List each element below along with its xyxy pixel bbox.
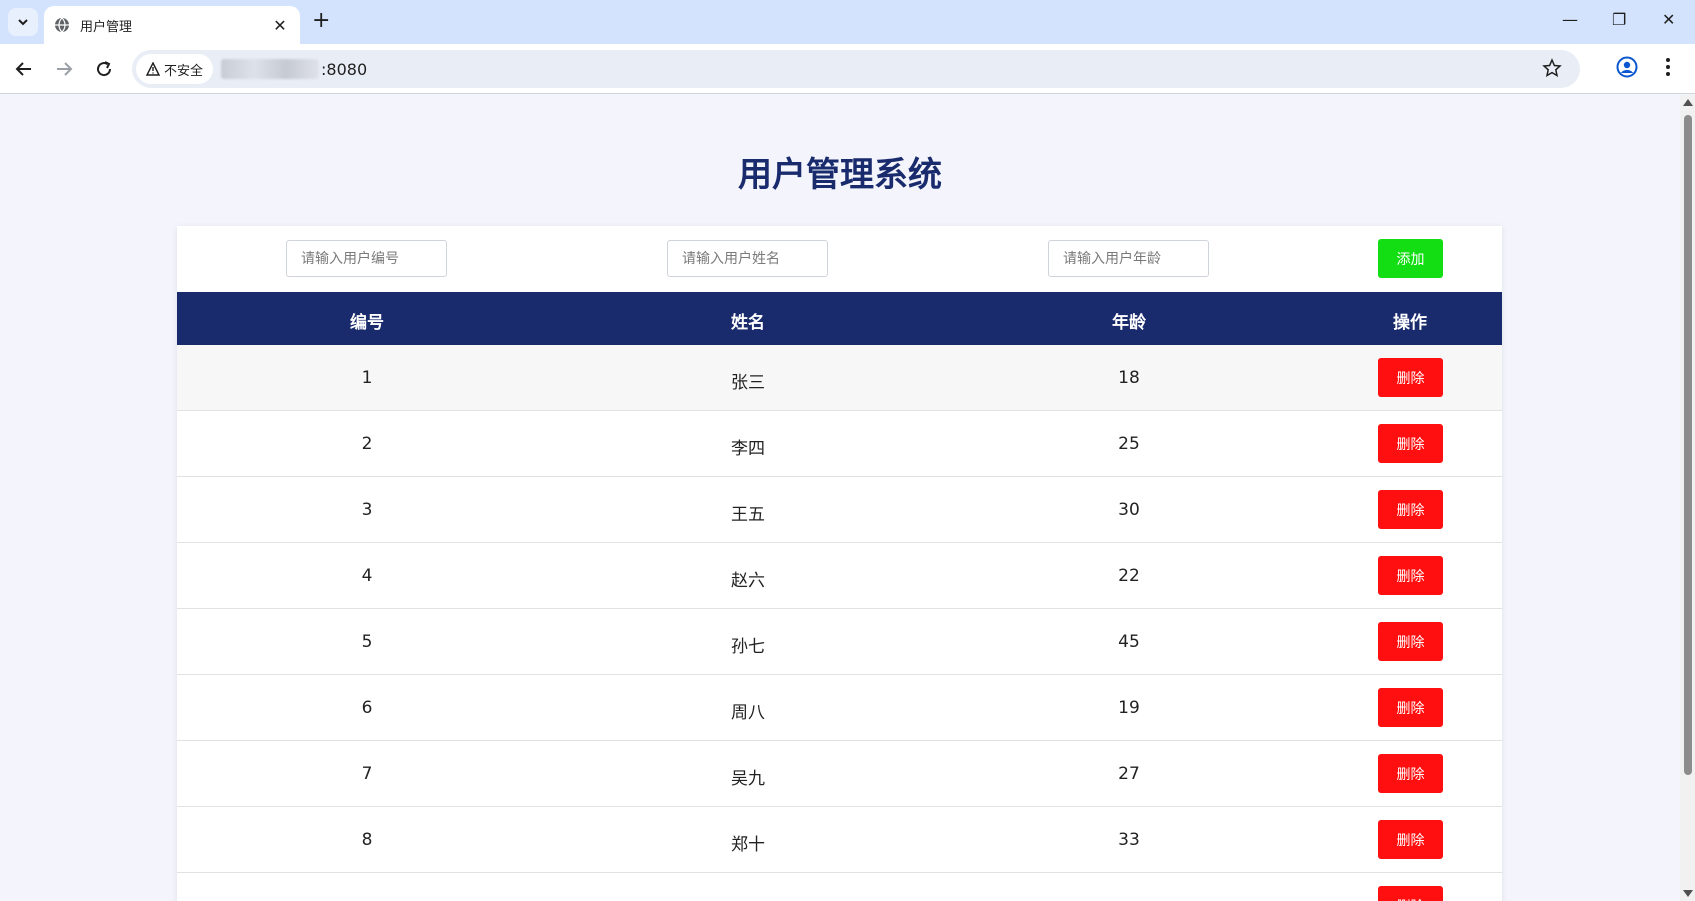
add-button[interactable]: 添加: [1378, 239, 1443, 278]
header-age: 年龄: [1112, 313, 1146, 333]
delete-button[interactable]: 删除: [1378, 424, 1443, 463]
table-row: 5 孙七 45 删除: [177, 609, 1502, 675]
table-row-partial: 删除: [177, 873, 1502, 901]
user-panel: 添加 编号 姓名 年龄 操作 1 张三 18 删除 2 李四 25 删除 3 王…: [177, 226, 1502, 901]
new-tab-icon[interactable]: +: [312, 10, 330, 32]
vertical-scrollbar[interactable]: [1680, 95, 1695, 901]
table-row: 6 周八 19 删除: [177, 675, 1502, 741]
cell-age: 19: [1118, 698, 1140, 718]
warning-icon: [146, 62, 160, 76]
table-row: 4 赵六 22 删除: [177, 543, 1502, 609]
add-user-form: 添加: [177, 226, 1502, 292]
delete-button[interactable]: 删除: [1378, 622, 1443, 661]
delete-button[interactable]: 删除: [1378, 358, 1443, 397]
minimize-icon[interactable]: —: [1562, 10, 1578, 29]
reload-icon[interactable]: [91, 56, 117, 82]
user-id-input[interactable]: [286, 240, 447, 277]
url-text[interactable]: :8080: [321, 60, 367, 79]
browser-toolbar: 不安全 :8080: [0, 44, 1695, 94]
tab-title: 用户管理: [80, 19, 133, 35]
forward-icon[interactable]: [51, 56, 77, 82]
header-actions: 操作: [1393, 313, 1427, 333]
scroll-down-icon[interactable]: [1683, 890, 1693, 897]
address-bar[interactable]: 不安全 :8080: [132, 50, 1580, 88]
table-row: 2 李四 25 删除: [177, 411, 1502, 477]
close-tab-icon[interactable]: ✕: [270, 16, 290, 35]
cell-id: 3: [361, 500, 373, 520]
profile-icon[interactable]: [1616, 56, 1638, 78]
table-row: 8 郑十 33 删除: [177, 807, 1502, 873]
cell-age: 18: [1118, 368, 1140, 388]
cell-id: 5: [361, 632, 373, 652]
browser-tab-strip: 用户管理 ✕ + — ❐ ✕: [0, 0, 1695, 44]
cell-age: 33: [1118, 830, 1140, 850]
page-viewport: 用户管理系统 添加 编号 姓名 年龄 操作 1 张三 18 删除 2 李四 25…: [0, 95, 1680, 901]
delete-button[interactable]: 删除: [1378, 490, 1443, 529]
back-icon[interactable]: [11, 56, 37, 82]
cell-age: 25: [1118, 434, 1140, 454]
cell-name: 郑十: [731, 835, 765, 855]
cell-name: 周八: [731, 703, 765, 723]
bookmark-star-icon[interactable]: [1542, 58, 1562, 78]
cell-age: 22: [1118, 566, 1140, 586]
delete-button[interactable]: 删除: [1378, 754, 1443, 793]
delete-button[interactable]: 删除: [1378, 820, 1443, 859]
tab-list-button[interactable]: [8, 8, 38, 36]
cell-age: 30: [1118, 500, 1140, 520]
cell-id: 7: [361, 764, 373, 784]
cell-name: 孙七: [731, 637, 765, 657]
cell-name: 吴九: [731, 769, 765, 789]
url-host-redacted: [221, 59, 320, 79]
page-title: 用户管理系统: [738, 155, 942, 195]
cell-name: 李四: [731, 439, 765, 459]
table-row: 1 张三 18 删除: [177, 345, 1502, 411]
security-chip[interactable]: 不安全: [136, 54, 214, 84]
cell-name: 王五: [731, 505, 765, 525]
table-header: 编号 姓名 年龄 操作: [177, 292, 1502, 345]
header-name: 姓名: [731, 313, 765, 333]
chevron-down-icon: [18, 19, 28, 26]
user-name-input[interactable]: [667, 240, 828, 277]
globe-icon: [55, 17, 69, 33]
delete-button[interactable]: 删除: [1378, 556, 1443, 595]
table-row: 3 王五 30 删除: [177, 477, 1502, 543]
cell-name: 赵六: [731, 571, 765, 591]
restore-icon[interactable]: ❐: [1612, 10, 1626, 29]
scroll-up-icon[interactable]: [1683, 99, 1693, 106]
cell-id: 1: [361, 368, 373, 388]
cell-id: 6: [361, 698, 373, 718]
scroll-thumb[interactable]: [1684, 115, 1692, 775]
browser-tab[interactable]: 用户管理 ✕: [44, 6, 300, 44]
cell-name: 张三: [731, 373, 765, 393]
cell-age: 45: [1118, 632, 1140, 652]
window-close-icon[interactable]: ✕: [1662, 10, 1675, 29]
security-label: 不安全: [164, 63, 204, 79]
cell-id: 2: [361, 434, 373, 454]
delete-button[interactable]: 删除: [1378, 886, 1443, 901]
delete-button[interactable]: 删除: [1378, 688, 1443, 727]
cell-id: 8: [361, 830, 373, 850]
cell-age: 27: [1118, 764, 1140, 784]
user-age-input[interactable]: [1048, 240, 1209, 277]
table-row: 7 吴九 27 删除: [177, 741, 1502, 807]
more-menu-icon[interactable]: [1660, 56, 1676, 78]
header-id: 编号: [350, 313, 384, 333]
cell-id: 4: [361, 566, 373, 586]
